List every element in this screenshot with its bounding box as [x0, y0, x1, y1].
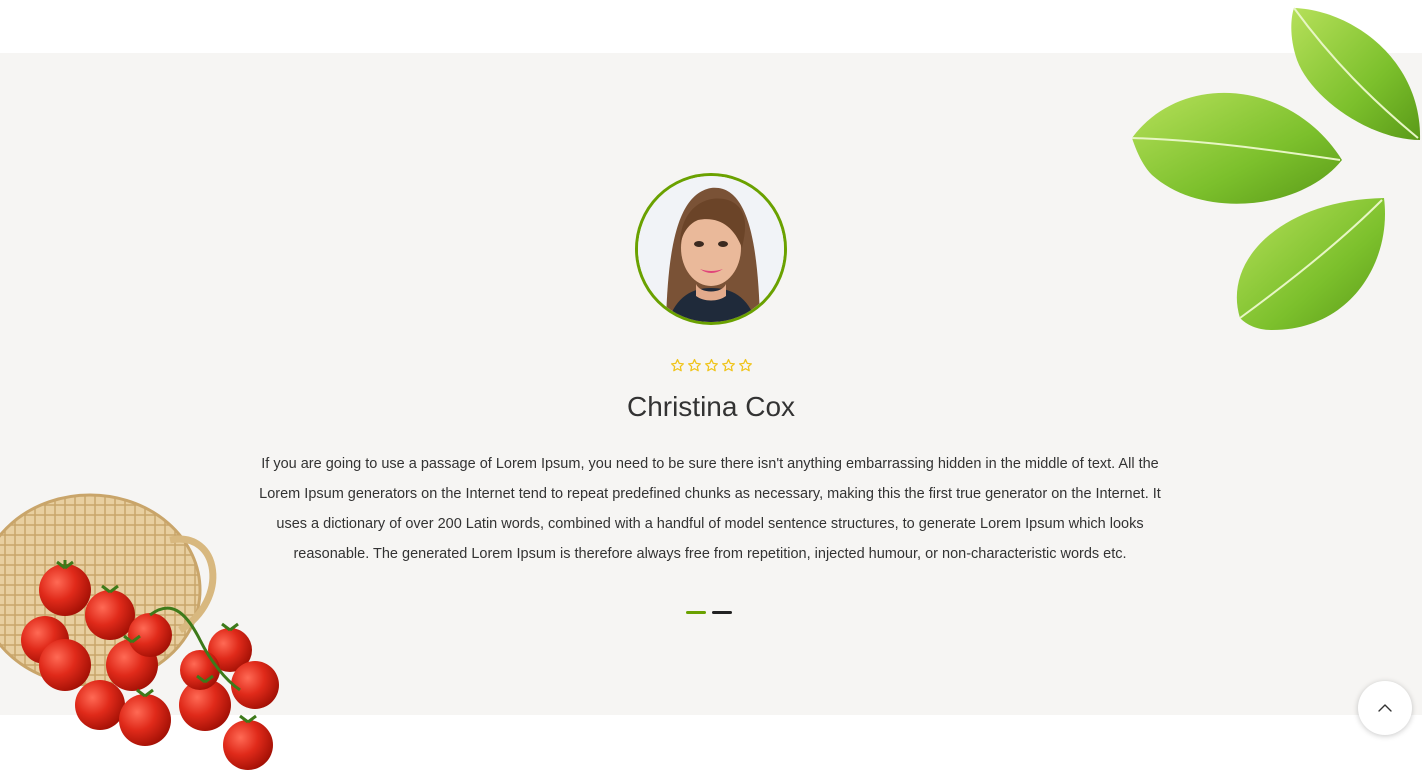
slider-dot-1[interactable] — [686, 611, 706, 614]
testimonial-text: If you are going to use a passage of Lor… — [259, 456, 1161, 562]
page: Christina Cox If you are going to use a … — [0, 0, 1422, 775]
star-icon — [670, 358, 684, 372]
slider-dot-2[interactable] — [712, 611, 732, 614]
customer-avatar — [635, 173, 787, 325]
star-icon — [687, 358, 701, 372]
rating-stars — [0, 358, 1422, 373]
slider-pagination — [686, 611, 738, 615]
basil-leaves-image — [1131, 7, 1421, 330]
star-icon — [721, 358, 735, 372]
star-icon — [704, 358, 718, 372]
chevron-up-icon — [1378, 704, 1392, 712]
customer-name: Christina Cox — [626, 391, 796, 422]
scroll-to-top-button[interactable] — [1358, 681, 1412, 735]
star-icon — [738, 358, 752, 372]
